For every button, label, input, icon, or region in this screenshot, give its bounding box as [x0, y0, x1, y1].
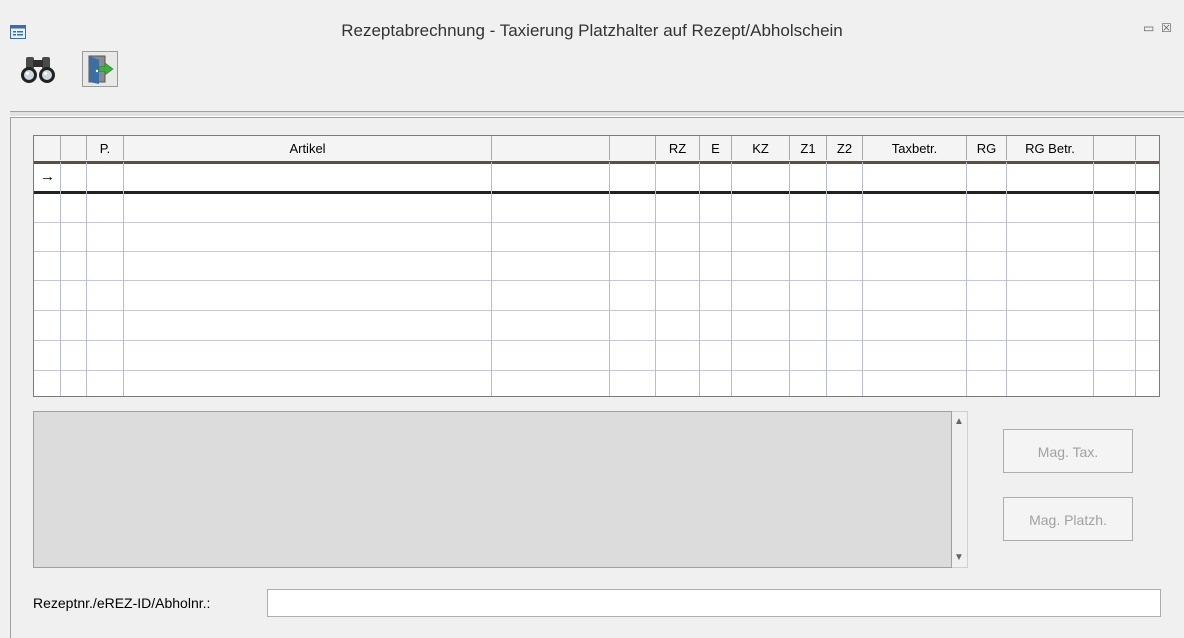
grid-header-blank-2[interactable] — [492, 136, 610, 160]
grid-column-line — [491, 162, 492, 396]
grid-header-rg[interactable]: RG — [967, 136, 1007, 160]
table-row[interactable] — [34, 252, 1159, 281]
minimize-icon[interactable]: ▭ — [1143, 21, 1154, 35]
grid-header-kz[interactable]: KZ — [732, 136, 790, 160]
title-bar: Rezeptabrechnung - Taxierung Platzhalter… — [0, 0, 1184, 50]
table-row[interactable] — [34, 312, 1159, 341]
grid-header-blank-5[interactable] — [1136, 136, 1159, 160]
grid-column-line — [123, 162, 124, 396]
table-row[interactable] — [34, 282, 1159, 311]
grid-column-line — [862, 162, 863, 396]
grid-column-line — [1006, 162, 1007, 396]
window-title: Rezeptabrechnung - Taxierung Platzhalter… — [341, 21, 843, 40]
grid-column-line — [731, 162, 732, 396]
mag-platzh-button[interactable]: Mag. Platzh. — [1003, 497, 1133, 541]
table-row-current[interactable]: → — [34, 164, 1159, 192]
grid-column-line — [655, 162, 656, 396]
table-row[interactable] — [34, 194, 1159, 223]
grid-column-line — [1135, 162, 1136, 396]
scroll-up-arrow-icon[interactable]: ▲ — [954, 416, 964, 427]
search-button[interactable] — [21, 51, 57, 87]
grid-column-line — [86, 162, 87, 396]
grid-header-selector — [34, 136, 61, 160]
rezept-field-label: Rezeptnr./eREZ-ID/Abholnr.: — [33, 595, 211, 611]
grid-header-rg-betr[interactable]: RG Betr. — [1007, 136, 1094, 160]
grid-column-line — [1093, 162, 1094, 396]
grid-header-taxbetr[interactable]: Taxbetr. — [863, 136, 967, 160]
table-row[interactable] — [34, 342, 1159, 371]
scroll-down-arrow-icon[interactable]: ▼ — [954, 552, 964, 563]
memo-scrollbar[interactable]: ▲ ▼ — [952, 411, 968, 568]
grid-header-e[interactable]: E — [700, 136, 732, 160]
table-row[interactable] — [34, 371, 1159, 396]
grid-header-blank-4[interactable] — [1094, 136, 1136, 160]
table-row[interactable] — [34, 223, 1159, 252]
grid-header-artikel[interactable]: Artikel — [124, 136, 492, 160]
grid-column-line — [609, 162, 610, 396]
grid-header: P. Artikel RZ E KZ Z1 Z2 Taxbetr. RG RG … — [34, 136, 1159, 162]
grid-column-line — [826, 162, 827, 396]
grid-header-p[interactable]: P. — [87, 136, 124, 160]
memo-area[interactable] — [33, 411, 952, 568]
grid-column-line — [966, 162, 967, 396]
grid-column-line — [789, 162, 790, 396]
grid-header-z1[interactable]: Z1 — [790, 136, 827, 160]
rezept-id-input[interactable] — [267, 589, 1161, 617]
article-grid[interactable]: P. Artikel RZ E KZ Z1 Z2 Taxbetr. RG RG … — [33, 135, 1160, 397]
close-icon[interactable]: ☒ — [1161, 21, 1172, 35]
exit-button[interactable] — [82, 51, 118, 87]
grid-header-z2[interactable]: Z2 — [827, 136, 863, 160]
binoculars-icon — [21, 57, 55, 83]
grid-header-blank-1 — [61, 136, 87, 160]
current-row-arrow-icon: → — [40, 168, 55, 185]
grid-column-line — [60, 162, 61, 396]
mag-tax-button[interactable]: Mag. Tax. — [1003, 429, 1133, 473]
grid-header-blank-3[interactable] — [610, 136, 656, 160]
grid-header-rz[interactable]: RZ — [656, 136, 700, 160]
exit-door-icon — [88, 55, 114, 84]
grid-column-line — [699, 162, 700, 396]
